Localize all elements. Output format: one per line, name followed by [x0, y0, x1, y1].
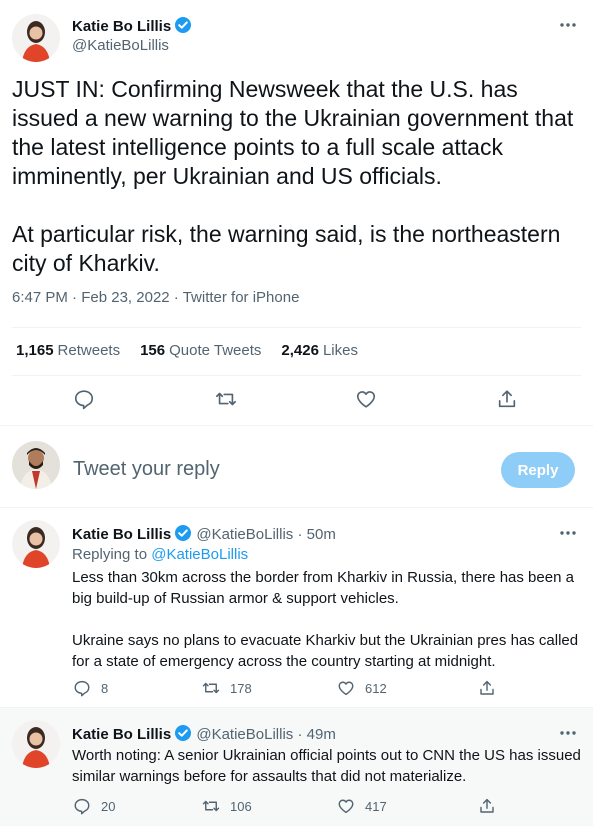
author-name[interactable]: Katie Bo Lillis: [72, 18, 171, 35]
retweet-button[interactable]: 178: [202, 679, 252, 697]
like-button[interactable]: 417: [337, 797, 387, 815]
retweet-icon: [202, 679, 220, 697]
likes-stat[interactable]: 2,426 Likes: [281, 342, 358, 359]
reply-author-name[interactable]: Katie Bo Lillis: [72, 726, 171, 743]
like-count: 417: [365, 798, 387, 814]
tweet-meta: 6:47 PM · Feb 23, 2022 · Twitter for iPh…: [12, 289, 299, 306]
reply-action-bar: 8 178 612: [0, 679, 593, 703]
reply-author-avatar[interactable]: [12, 720, 60, 768]
like-count: 612: [365, 680, 387, 696]
user-avatar[interactable]: [12, 441, 60, 489]
reply-author-avatar[interactable]: [12, 520, 60, 568]
divider: [12, 327, 581, 328]
author-name-row: Katie Bo Lillis: [72, 16, 192, 39]
reply-count: 20: [101, 798, 116, 814]
retweet-count: 106: [230, 798, 252, 814]
verified-badge-icon: [174, 524, 192, 546]
reply-author-name[interactable]: Katie Bo Lillis: [72, 526, 171, 543]
more-icon[interactable]: [558, 723, 578, 743]
reply-text: Less than 30km across the border from Kh…: [72, 569, 579, 670]
divider: [12, 375, 581, 376]
author-handle[interactable]: @KatieBoLillis: [72, 37, 169, 54]
tweet-date[interactable]: Feb 23, 2022: [81, 289, 169, 306]
share-button[interactable]: [478, 679, 496, 697]
likes-count: 2,426: [281, 342, 319, 359]
share-icon: [496, 388, 518, 410]
author-avatar[interactable]: [12, 14, 60, 62]
likes-label: Likes: [322, 342, 358, 359]
meta-separator: ·: [72, 289, 78, 306]
tweet-stats: 1,165 Retweets 156 Quote Tweets 2,426 Likes: [16, 342, 358, 359]
like-button[interactable]: [355, 388, 377, 410]
replying-to-link[interactable]: @KatieBoLillis: [151, 546, 248, 563]
reply-icon: [73, 797, 91, 815]
replying-to: Replying to @KatieBoLillis: [72, 546, 248, 563]
retweet-icon: [215, 388, 237, 410]
reply-submit-button[interactable]: Reply: [501, 452, 575, 488]
reply-count: 8: [101, 680, 109, 696]
like-icon: [337, 797, 355, 815]
tweet-time[interactable]: 6:47 PM: [12, 289, 68, 306]
tweet-source[interactable]: Twitter for iPhone: [183, 289, 300, 306]
like-icon: [337, 679, 355, 697]
reply-action-bar: 20 106 417: [0, 797, 593, 821]
reply-text: Worth noting: A senior Ukrainian officia…: [72, 747, 581, 785]
reply-button[interactable]: [73, 388, 95, 410]
verified-badge-icon: [174, 724, 192, 746]
retweet-button[interactable]: [215, 388, 237, 410]
main-action-bar: [0, 388, 593, 412]
retweets-count: 1,165: [16, 342, 54, 359]
replying-to-label: Replying to: [72, 546, 148, 563]
reply-author-handle[interactable]: @KatieBoLillis: [196, 526, 293, 543]
more-icon[interactable]: [558, 523, 578, 543]
share-icon: [478, 797, 496, 815]
more-icon[interactable]: [558, 15, 578, 35]
reply-author-handle[interactable]: @KatieBoLillis: [196, 726, 293, 743]
meta-separator: ·: [173, 289, 179, 306]
reply-button[interactable]: 8: [73, 679, 108, 697]
reply-icon: [73, 388, 95, 410]
like-button[interactable]: 612: [337, 679, 387, 697]
share-button[interactable]: [478, 797, 496, 815]
quotes-count: 156: [140, 342, 166, 359]
retweet-icon: [202, 797, 220, 815]
reply-header: Katie Bo Lillis @KatieBoLillis · 49m: [72, 724, 336, 746]
retweet-button[interactable]: 106: [202, 797, 252, 815]
reply-tweet[interactable]: Katie Bo Lillis @KatieBoLillis · 50m Rep…: [0, 508, 593, 707]
quotes-stat[interactable]: 156 Quote Tweets: [140, 342, 261, 359]
retweet-count: 178: [230, 680, 252, 696]
like-icon: [355, 388, 377, 410]
reply-header: Katie Bo Lillis @KatieBoLillis · 50m: [72, 524, 336, 546]
share-button[interactable]: [496, 388, 518, 410]
reply-time[interactable]: · 50m: [297, 526, 335, 543]
reply-icon: [73, 679, 91, 697]
share-icon: [478, 679, 496, 697]
reply-input[interactable]: Tweet your reply: [73, 458, 220, 481]
divider: [0, 425, 593, 426]
tweet-text: JUST IN: Confirming Newsweek that the U.…: [12, 76, 574, 276]
reply-time[interactable]: · 49m: [297, 726, 335, 743]
retweets-stat[interactable]: 1,165 Retweets: [16, 342, 120, 359]
reply-button[interactable]: 20: [73, 797, 115, 815]
quotes-label: Quote Tweets: [169, 342, 262, 359]
retweets-label: Retweets: [57, 342, 121, 359]
verified-badge-icon: [174, 16, 192, 39]
reply-tweet[interactable]: Katie Bo Lillis @KatieBoLillis · 49m Wor…: [0, 708, 593, 826]
